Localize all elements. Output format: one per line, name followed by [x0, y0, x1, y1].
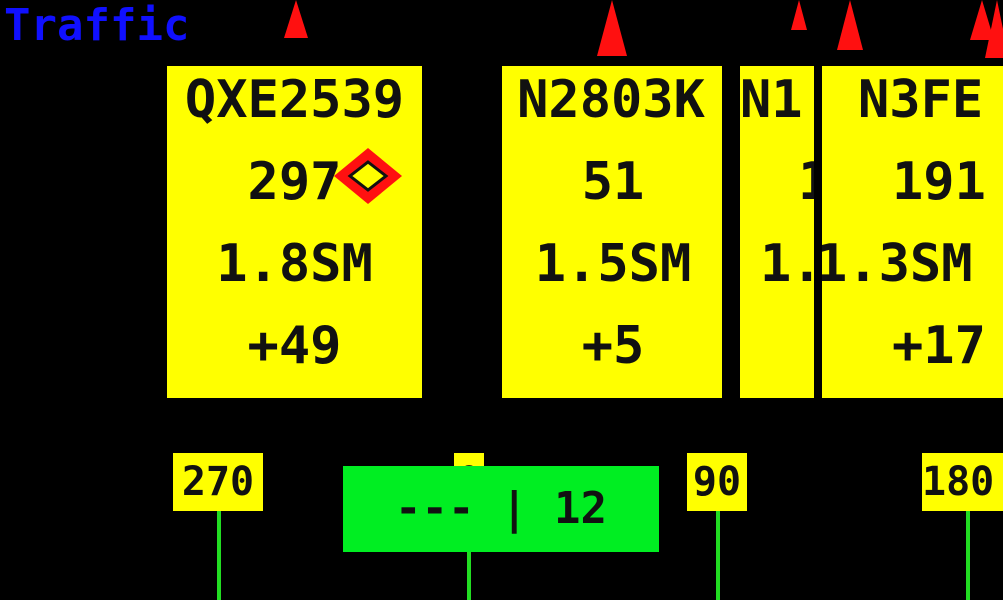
heading-label-90: 90: [687, 453, 747, 511]
traffic-distance: 1.: [760, 234, 814, 294]
traffic-triangle-icon: [791, 0, 807, 30]
heading-tick: [217, 511, 221, 600]
traffic-distance: 1.5SM: [534, 234, 692, 294]
status-box: --- | 12: [343, 466, 659, 552]
card-divider: [814, 66, 820, 398]
traffic-callsign: N1: [740, 70, 803, 130]
traffic-card[interactable]: N1 1 1.: [740, 66, 814, 398]
traffic-card[interactable]: N2803K 51 1.5SM +5: [502, 66, 724, 398]
heading-tick: [966, 511, 970, 600]
traffic-triangle-icon: [837, 0, 863, 50]
traffic-callsign: N2803K: [517, 70, 705, 130]
traffic-card[interactable]: QXE2539 297 1.8SM +49: [167, 66, 422, 398]
card-divider: [722, 66, 728, 398]
traffic-bearing: 51: [581, 152, 645, 212]
diamond-marker-icon: [334, 148, 402, 204]
traffic-distance: 1.3SM: [822, 234, 973, 294]
traffic-triangle-icon: [284, 0, 308, 38]
heading-label-270: 270: [173, 453, 263, 511]
traffic-altitude: +5: [581, 316, 645, 376]
heading-tick: [716, 511, 720, 600]
traffic-distance: 1.8SM: [216, 234, 373, 294]
traffic-altitude: +49: [247, 316, 342, 376]
traffic-card[interactable]: N3FE 191 1.3SM +17: [822, 66, 1003, 398]
traffic-callsign: N3FE: [858, 70, 984, 130]
heading-label-180: 180: [922, 453, 1003, 511]
card-divider: [730, 66, 734, 398]
traffic-callsign: QXE2539: [184, 70, 405, 130]
traffic-triangle-icon: [597, 0, 627, 56]
traffic-triangle-icon: [985, 0, 1003, 58]
traffic-bearing: 191: [892, 152, 986, 212]
panel-title: Traffic: [4, 0, 190, 51]
traffic-bearing: 1: [798, 152, 814, 212]
traffic-altitude: +17: [892, 316, 986, 376]
